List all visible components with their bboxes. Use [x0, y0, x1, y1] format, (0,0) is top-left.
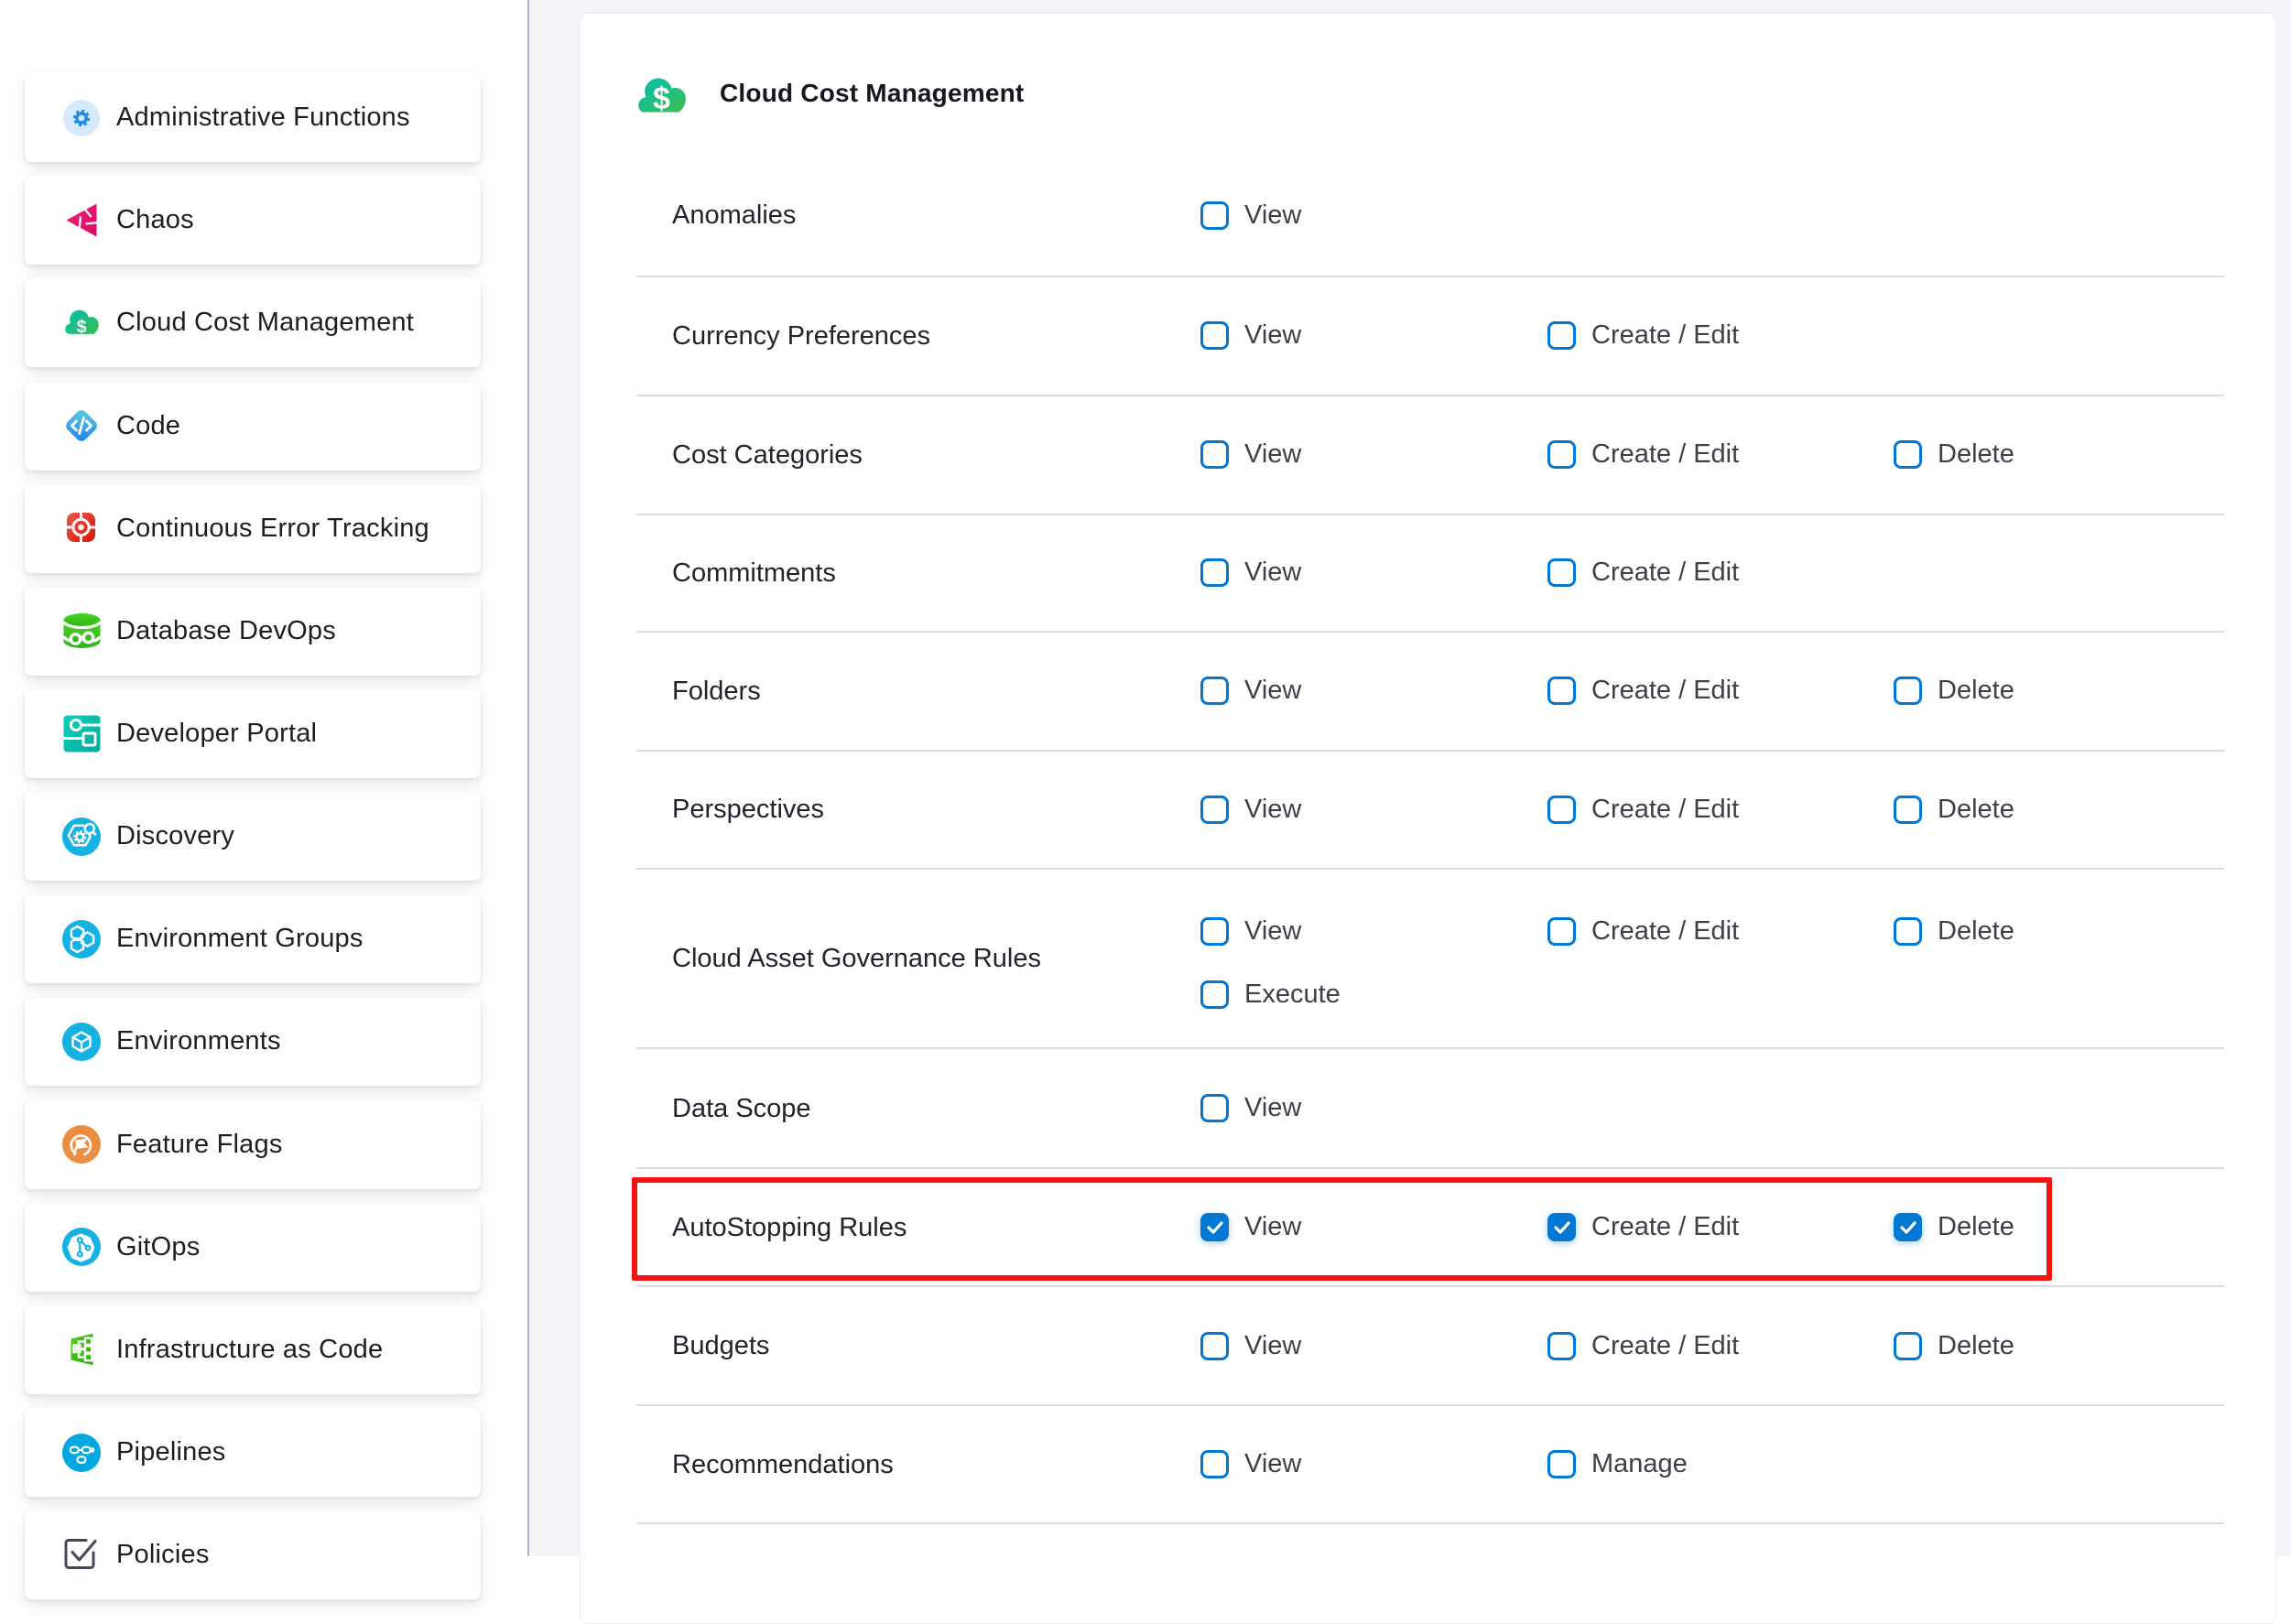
svg-text:$: $: [653, 81, 670, 116]
svg-text:$: $: [76, 317, 86, 337]
